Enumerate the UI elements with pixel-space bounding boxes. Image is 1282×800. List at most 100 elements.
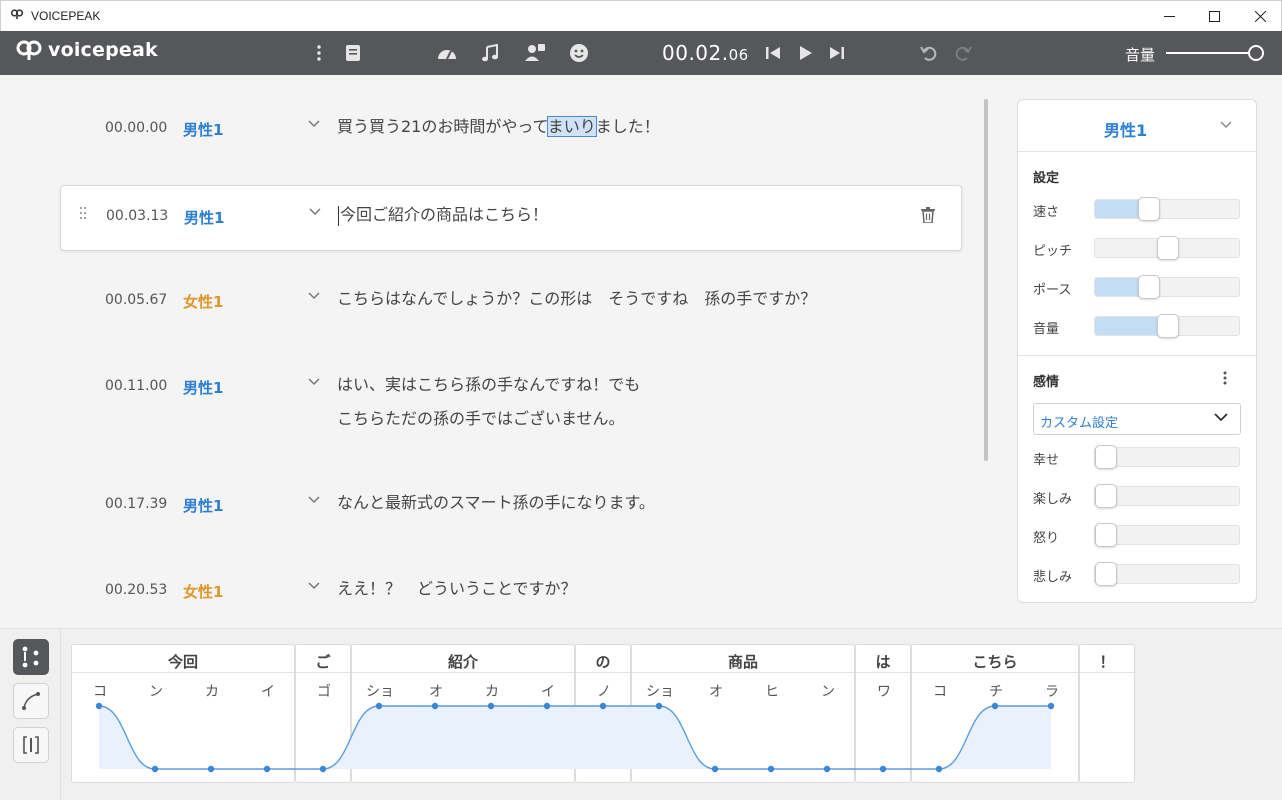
close-button[interactable] <box>1237 1 1282 32</box>
row-timestamp: 00.00.00 <box>105 120 168 136</box>
script-row[interactable]: 00.17.39 男性1 なんと最新式のスマート孫の手になります。 <box>60 474 962 540</box>
emotion-preset-select[interactable]: カスタム設定 <box>1033 403 1241 435</box>
slider-knob[interactable] <box>1095 445 1117 469</box>
pitch-slider[interactable] <box>1094 236 1240 260</box>
master-volume-slider[interactable] <box>1166 52 1258 54</box>
angry-slider[interactable] <box>1094 523 1240 547</box>
row-timestamp: 00.03.13 <box>106 208 169 224</box>
slider-knob[interactable] <box>1157 236 1179 260</box>
word-label: こちら <box>972 653 1018 671</box>
volume-slider[interactable] <box>1094 314 1240 338</box>
mora-label: ショ <box>646 684 674 700</box>
script-row-selected[interactable]: 00.03.13 男性1 今回ご紹介の商品はこちら！ <box>60 185 962 251</box>
brand-logo: voicepeak <box>16 39 158 61</box>
mora-label: ン <box>149 684 163 700</box>
slider-knob[interactable] <box>1095 484 1117 508</box>
emotion-menu-icon[interactable] <box>1223 370 1227 389</box>
accent-word-box[interactable]: はワ <box>855 644 911 783</box>
script-row[interactable]: 00.05.67 女性1 こちらはなんでしょうか？この形は そうですね 孫の手で… <box>60 270 962 336</box>
chevron-down-icon[interactable] <box>308 375 320 390</box>
voice-selector[interactable]: 男性1 <box>1018 100 1256 152</box>
row-text[interactable]: こちらはなんでしょうか？この形は そうですね 孫の手ですか？ <box>337 282 816 316</box>
accent-word-box[interactable]: ごゴ <box>295 644 351 783</box>
happy-slider[interactable] <box>1094 445 1240 469</box>
mora-label: コ <box>933 684 947 700</box>
voice-settings-panel: 男性1 設定 速さ ピッチ ポース 音量 感情 カスタム設定 幸せ 楽しみ 怒り… <box>1017 99 1257 603</box>
trash-icon[interactable] <box>921 207 937 225</box>
row-speaker[interactable]: 男性1 <box>183 119 223 140</box>
word-divider <box>1080 672 1134 673</box>
slider-knob[interactable] <box>1095 562 1117 586</box>
row-speaker[interactable]: 男性1 <box>183 495 223 516</box>
redo-icon[interactable] <box>951 41 975 65</box>
slider-knob[interactable] <box>1095 523 1117 547</box>
word-divider <box>352 672 574 673</box>
time-main: 00.02. <box>662 41 729 65</box>
mora-label: ワ <box>877 684 891 700</box>
minimize-button[interactable] <box>1146 1 1192 32</box>
chevron-down-icon <box>1214 410 1228 426</box>
fun-slider[interactable] <box>1094 484 1240 508</box>
script-row[interactable]: 00.11.00 男性1 はい、実はこちら孫の手なんですね！でも こちらただの孫の… <box>60 356 962 446</box>
script-row[interactable]: 00.00.00 男性1 買う買う21のお時間がやってまいりました！ <box>60 98 962 164</box>
drag-handle-icon[interactable] <box>79 206 87 224</box>
speed-slider[interactable] <box>1094 197 1240 221</box>
row-text[interactable]: はい、実はこちら孫の手なんですね！でも こちらただの孫の手ではございません。 <box>337 368 640 436</box>
pitch-label: ピッチ <box>1033 244 1073 259</box>
accent-word-box[interactable]: 今回コ ン カ イ <box>71 644 295 783</box>
intonation-curve-tool-button[interactable] <box>13 683 49 719</box>
slider-knob[interactable] <box>1138 197 1160 221</box>
chevron-down-icon[interactable] <box>308 117 320 132</box>
chevron-down-icon[interactable] <box>308 289 320 304</box>
speed-gauge-icon[interactable] <box>435 41 459 65</box>
mora-label: イ <box>541 684 555 700</box>
row-text-input[interactable]: 今回ご紹介の商品はこちら！ <box>338 198 548 232</box>
fun-label: 楽しみ <box>1033 492 1073 507</box>
slider-knob[interactable] <box>1157 314 1179 338</box>
word-label: 今回 <box>167 653 198 671</box>
master-volume-knob[interactable] <box>1248 45 1264 61</box>
script-row[interactable]: 00.20.53 女性1 ええ！？ どういうことですか？ <box>60 560 962 626</box>
more-menu-icon[interactable] <box>307 41 331 65</box>
speaker-settings-icon[interactable] <box>523 41 547 65</box>
row-timestamp: 00.20.53 <box>105 582 168 598</box>
maximize-button[interactable] <box>1191 1 1237 32</box>
word-divider <box>632 672 854 673</box>
accent-word-box[interactable]: 商品 ショ オ ヒ ン <box>631 644 855 783</box>
row-speaker[interactable]: 女性1 <box>183 581 223 602</box>
skip-next-icon[interactable] <box>825 41 849 65</box>
accent-word-box[interactable]: ！ <box>1079 644 1135 783</box>
sad-slider[interactable] <box>1094 562 1240 586</box>
mora-label: ン <box>821 684 835 700</box>
app-logo-icon <box>10 9 24 22</box>
chevron-down-icon <box>1220 117 1232 133</box>
row-speaker[interactable]: 女性1 <box>183 291 223 312</box>
undo-icon[interactable] <box>917 41 941 65</box>
vertical-scrollbar[interactable] <box>984 99 988 461</box>
row-text[interactable]: 買う買う21のお時間がやってまいりました！ <box>337 110 660 144</box>
pause-slider[interactable] <box>1094 275 1240 299</box>
row-timestamp: 00.17.39 <box>105 496 168 512</box>
emotion-title: 感情 <box>1033 375 1060 390</box>
chevron-down-icon[interactable] <box>309 205 321 220</box>
emotion-smiley-icon[interactable] <box>567 41 591 65</box>
accent-word-box[interactable]: 紹介 ショ オ カ イ <box>351 644 575 783</box>
play-icon[interactable] <box>794 41 818 65</box>
dictionary-book-icon[interactable] <box>341 41 365 65</box>
skip-previous-icon[interactable] <box>761 41 785 65</box>
row-speaker[interactable]: 男性1 <box>183 377 223 398</box>
chevron-down-icon[interactable] <box>308 579 320 594</box>
accent-word-box[interactable]: のノ <box>575 644 631 783</box>
accent-word-box[interactable]: こちらコ チ ラ <box>911 644 1079 783</box>
accent-tool-button[interactable] <box>13 639 49 675</box>
music-note-icon[interactable] <box>478 41 502 65</box>
phoneme-length-tool-button[interactable] <box>13 727 49 763</box>
pause-label: ポース <box>1033 283 1072 298</box>
row-text[interactable]: なんと最新式のスマート孫の手になります。 <box>337 486 655 520</box>
row-speaker[interactable]: 男性1 <box>184 207 224 228</box>
chevron-down-icon[interactable] <box>308 493 320 508</box>
row-text[interactable]: ええ！？ どういうことですか？ <box>337 572 577 606</box>
mora-label: ショ <box>366 684 394 700</box>
slider-knob[interactable] <box>1138 275 1160 299</box>
script-editor: 00.00.00 男性1 買う買う21のお時間がやってまいりました！ 00.03… <box>0 75 1282 628</box>
